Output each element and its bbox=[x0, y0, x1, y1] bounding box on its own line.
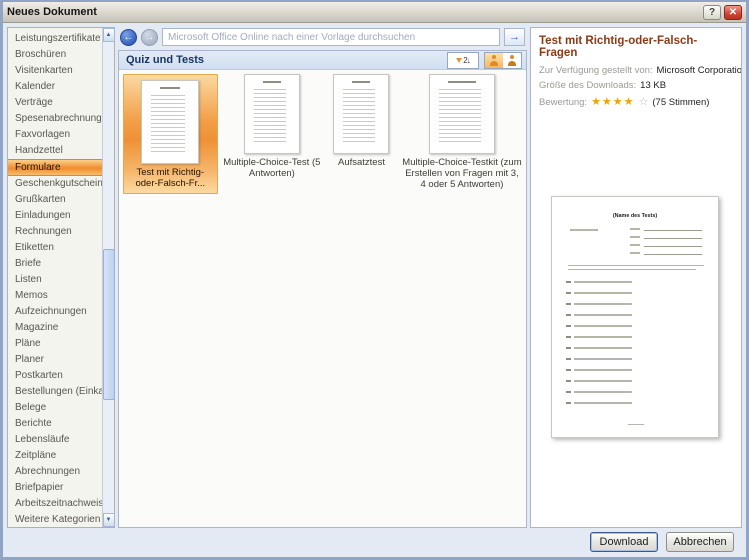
sidebar-item-broschueren[interactable]: Broschüren bbox=[8, 47, 102, 63]
template-label: Test mit Richtig-oder-Falsch-Fr... bbox=[127, 167, 214, 189]
sidebar-item-postkarten[interactable]: Postkarten bbox=[8, 368, 102, 384]
cancel-button[interactable]: Abbrechen bbox=[666, 532, 734, 552]
sidebar-item-spesenabrechnungen[interactable]: Spesenabrechnungen bbox=[8, 111, 102, 127]
category-sidebar: Leistungszertifikate Broschüren Visitenk… bbox=[7, 27, 115, 528]
new-document-dialog: Neues Dokument ? ✕ Leistungszertifikate … bbox=[0, 0, 749, 560]
sidebar-item-leistungszertifikate[interactable]: Leistungszertifikate bbox=[8, 31, 102, 47]
sidebar-item-briefe[interactable]: Briefe bbox=[8, 256, 102, 272]
sidebar-item-lebenslaeufe[interactable]: Lebensläufe bbox=[8, 432, 102, 448]
center-panel: ← → → Quiz und Tests 2↓ bbox=[118, 27, 527, 528]
sidebar-item-weitere-kategorien[interactable]: Weitere Kategorien bbox=[8, 512, 102, 527]
sidebar-item-berichte[interactable]: Berichte bbox=[8, 416, 102, 432]
preview-area: (Name des Tests) bbox=[551, 196, 721, 438]
sidebar-scrollbar[interactable]: ▲ ▼ bbox=[102, 28, 114, 527]
template-gallery: Quiz und Tests 2↓ bbox=[118, 50, 527, 528]
scrollbar-thumb[interactable] bbox=[103, 249, 115, 400]
star-filled-icons: ★★★★ bbox=[591, 95, 634, 108]
sort-order-icon: 2↓ bbox=[463, 56, 469, 65]
document-thumbnail bbox=[141, 80, 199, 164]
sidebar-item-belege[interactable]: Belege bbox=[8, 400, 102, 416]
template-tile-richtig-falsch[interactable]: Test mit Richtig-oder-Falsch-Fr... bbox=[123, 74, 218, 194]
document-thumbnail bbox=[333, 74, 389, 154]
search-bar: ← → → bbox=[118, 27, 527, 47]
scroll-down-icon[interactable]: ▼ bbox=[103, 513, 115, 527]
sidebar-item-etiketten[interactable]: Etiketten bbox=[8, 240, 102, 256]
window-title: Neues Dokument bbox=[7, 6, 700, 18]
sidebar-item-plaene[interactable]: Pläne bbox=[8, 336, 102, 352]
person-icon bbox=[489, 55, 499, 66]
template-label: Multiple-Choice-Testkit (zum Erstellen v… bbox=[402, 157, 522, 190]
close-button[interactable]: ✕ bbox=[724, 5, 742, 20]
rating-votes: (75 Stimmen) bbox=[652, 97, 709, 108]
template-list: Test mit Richtig-oder-Falsch-Fr... Multi… bbox=[119, 70, 526, 198]
search-input[interactable] bbox=[162, 28, 500, 46]
sidebar-item-abrechnungen[interactable]: Abrechnungen bbox=[8, 464, 102, 480]
template-preview-page: (Name des Tests) bbox=[551, 196, 719, 438]
sort-button[interactable]: 2↓ bbox=[448, 53, 478, 68]
document-thumbnail bbox=[244, 74, 300, 154]
titlebar: Neues Dokument ? ✕ bbox=[3, 2, 746, 23]
sidebar-item-handzettel[interactable]: Handzettel bbox=[8, 143, 102, 159]
sidebar-item-einladungen[interactable]: Einladungen bbox=[8, 208, 102, 224]
sidebar-item-geschenkgutscheine[interactable]: Geschenkgutscheine bbox=[8, 176, 102, 192]
provider-label: Zur Verfügung gestellt von: bbox=[539, 65, 653, 76]
sort-flag-icon bbox=[456, 58, 462, 63]
details-panel: Test mit Richtig-oder-Falsch-Fragen Zur … bbox=[530, 27, 742, 528]
sidebar-item-formulare[interactable]: Formulare bbox=[8, 159, 102, 176]
download-size-value: 13 KB bbox=[640, 80, 666, 91]
sidebar-item-faxvorlagen[interactable]: Faxvorlagen bbox=[8, 127, 102, 143]
scrollbar-track[interactable] bbox=[103, 42, 115, 513]
template-title: Test mit Richtig-oder-Falsch-Fragen bbox=[539, 35, 733, 59]
document-thumbnail bbox=[429, 74, 495, 154]
template-label: Aufsatztest bbox=[338, 157, 385, 168]
sidebar-item-zeitplaene[interactable]: Zeitpläne bbox=[8, 448, 102, 464]
dialog-body: Leistungszertifikate Broschüren Visitenk… bbox=[3, 23, 746, 530]
person-community-icon bbox=[507, 55, 517, 66]
gallery-toolbar: 2↓ bbox=[447, 52, 522, 69]
template-tile-multiple-choice[interactable]: Multiple-Choice-Test (5 Antworten) bbox=[223, 74, 321, 179]
gallery-header: Quiz und Tests 2↓ bbox=[119, 51, 526, 70]
download-button[interactable]: Download bbox=[590, 532, 658, 552]
rating-label: Bewertung: bbox=[539, 97, 587, 108]
template-tile-testkit[interactable]: Multiple-Choice-Testkit (zum Erstellen v… bbox=[402, 74, 522, 190]
sidebar-item-magazine[interactable]: Magazine bbox=[8, 320, 102, 336]
sidebar-item-planer[interactable]: Planer bbox=[8, 352, 102, 368]
sidebar-item-grusskarten[interactable]: Grußkarten bbox=[8, 192, 102, 208]
sidebar-item-arbeitszeitnachweise[interactable]: Arbeitszeitnachweise bbox=[8, 496, 102, 512]
search-go-icon[interactable]: → bbox=[504, 28, 525, 46]
preview-title: (Name des Tests) bbox=[560, 213, 709, 218]
forward-icon[interactable]: → bbox=[141, 29, 158, 46]
back-icon[interactable]: ← bbox=[120, 29, 137, 46]
sidebar-item-listen[interactable]: Listen bbox=[8, 272, 102, 288]
provider-value: Microsoft Corporation bbox=[657, 65, 742, 76]
dialog-footer: Download Abbrechen bbox=[3, 530, 746, 557]
sidebar-item-bestellungen[interactable]: Bestellungen (Einkauf) bbox=[8, 384, 102, 400]
help-button[interactable]: ? bbox=[703, 5, 721, 20]
sidebar-item-visitenkarten[interactable]: Visitenkarten bbox=[8, 63, 102, 79]
sidebar-item-memos[interactable]: Memos bbox=[8, 288, 102, 304]
sidebar-item-aufzeichnungen[interactable]: Aufzeichnungen bbox=[8, 304, 102, 320]
filter-community-button[interactable] bbox=[503, 53, 521, 68]
category-list: Leistungszertifikate Broschüren Visitenk… bbox=[8, 28, 102, 527]
star-empty-icon: ☆ bbox=[639, 95, 649, 108]
gallery-title: Quiz und Tests bbox=[126, 54, 447, 66]
scroll-up-icon[interactable]: ▲ bbox=[103, 28, 115, 42]
template-tile-aufsatztest[interactable]: Aufsatztest bbox=[326, 74, 397, 168]
sidebar-item-rechnungen[interactable]: Rechnungen bbox=[8, 224, 102, 240]
download-size-label: Größe des Downloads: bbox=[539, 80, 636, 91]
filter-microsoft-button[interactable] bbox=[485, 53, 503, 68]
sidebar-item-kalender[interactable]: Kalender bbox=[8, 79, 102, 95]
template-label: Multiple-Choice-Test (5 Antworten) bbox=[223, 157, 321, 179]
sidebar-item-briefpapier[interactable]: Briefpapier bbox=[8, 480, 102, 496]
sidebar-item-vertraege[interactable]: Verträge bbox=[8, 95, 102, 111]
